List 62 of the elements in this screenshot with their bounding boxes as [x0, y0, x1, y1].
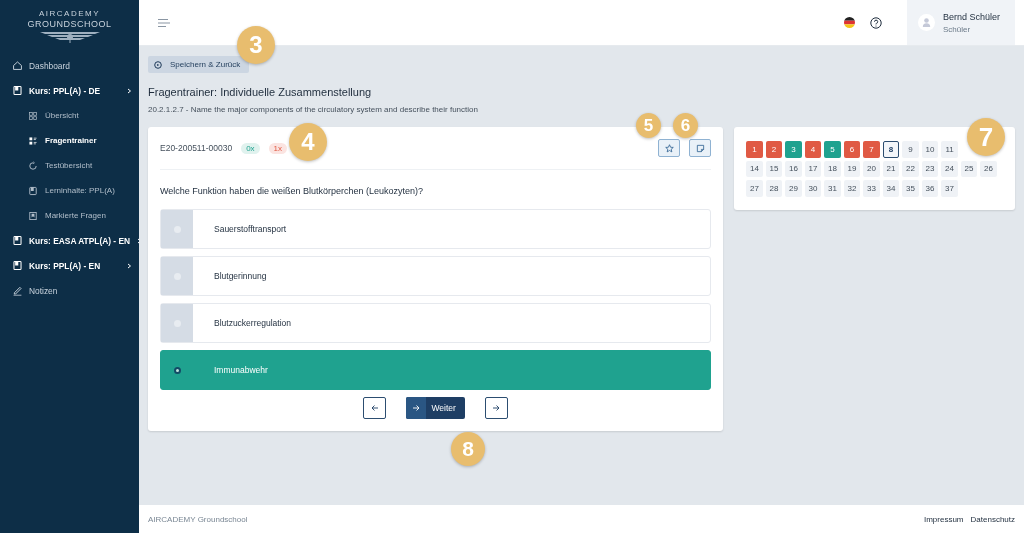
sidebar-item[interactable]: Kurs: PPL(A) - DE — [0, 78, 139, 103]
question-number[interactable]: 34 — [882, 180, 900, 197]
answer-option[interactable]: Blutzuckerregulation — [160, 303, 712, 343]
question-number[interactable]: 4 — [804, 141, 822, 158]
sidebar-item[interactable]: Kurs: PPL(A) - EN — [0, 253, 139, 278]
question-number[interactable]: 2 — [765, 141, 783, 158]
user-name: Bernd Schüler — [943, 11, 1001, 22]
question-number[interactable]: 32 — [843, 180, 861, 197]
question-id: E20-200511-00030 — [160, 143, 233, 153]
sidebar-subitem[interactable]: Übersicht — [0, 103, 139, 128]
answer-count-tag: 1x — [268, 142, 288, 154]
sidebar-subitem[interactable]: Fragentrainer — [0, 128, 139, 153]
footer-brand: AIRCADEMY Groundschool — [148, 514, 248, 524]
question-number[interactable]: 26 — [980, 160, 997, 177]
question-number[interactable]: 25 — [960, 160, 978, 177]
question-number[interactable]: 7 — [863, 141, 880, 158]
question-number[interactable]: 33 — [863, 180, 880, 197]
question-number[interactable]: 10 — [921, 141, 939, 158]
question-number[interactable]: 14 — [746, 160, 763, 177]
question-number[interactable]: 28 — [765, 180, 783, 197]
question-number[interactable]: 24 — [941, 160, 958, 177]
save-back-button[interactable]: Speichern & Zurück — [148, 56, 250, 73]
question-number[interactable]: 19 — [843, 160, 861, 177]
question-number[interactable]: 16 — [785, 160, 802, 177]
logo-text: GROUNDSCHOOL — [27, 19, 112, 29]
question-number[interactable]: 30 — [804, 180, 822, 197]
question-number[interactable]: 17 — [804, 160, 822, 177]
sidebar-subitem[interactable]: Testübersicht — [0, 153, 139, 178]
next-button[interactable]: Weiter — [406, 397, 465, 419]
question-number[interactable]: 27 — [746, 180, 763, 197]
sidebar-subitem[interactable]: Markierte Fragen — [0, 203, 139, 228]
page-subtitle: 20.2.1.2.7 - Name the major components of the circulatory system and describe their function — [148, 105, 479, 114]
question-number[interactable]: 36 — [921, 180, 939, 197]
user-role: Schüler — [943, 24, 972, 34]
question-number[interactable]: 11 — [941, 141, 958, 158]
answer-option[interactable]: Sauerstofftransport — [160, 209, 712, 249]
question-number[interactable]: 21 — [882, 160, 900, 177]
question-number[interactable]: 9 — [902, 141, 919, 158]
answer-option[interactable]: Blutgerinnung — [160, 256, 712, 296]
sidebar-item[interactable]: Notizen — [0, 278, 139, 303]
question-number[interactable]: 22 — [902, 160, 919, 177]
sidebar-item[interactable]: Dashboard — [0, 53, 139, 78]
sidebar-item[interactable]: Kurs: EASA ATPL(A) - EN — [0, 228, 139, 253]
question-number[interactable]: 15 — [765, 160, 783, 177]
question-number[interactable]: 18 — [824, 160, 841, 177]
sidebar-subitem[interactable]: Lerninhalte: PPL(A) — [0, 178, 139, 203]
question-number[interactable]: 35 — [902, 180, 919, 197]
question-number[interactable]: 6 — [843, 141, 861, 158]
logo-text: AIRCADEMY — [38, 9, 101, 18]
page-title: Fragentrainer: Individuelle Zusammenstellung — [148, 86, 373, 98]
question-number[interactable]: 20 — [863, 160, 880, 177]
question-number[interactable]: 29 — [785, 180, 802, 197]
question-number[interactable]: 1 — [746, 141, 763, 158]
question-number[interactable]: 37 — [941, 180, 958, 197]
answer-count-tag: 0x — [241, 142, 260, 154]
question-number[interactable]: 31 — [824, 180, 841, 197]
question-number[interactable]: 23 — [921, 160, 939, 177]
user-menu[interactable]: Bernd Schüler Schüler — [907, 0, 1015, 45]
footer-link[interactable]: Datenschutz — [970, 514, 1015, 524]
question-number[interactable]: 8 — [882, 141, 900, 158]
footer-link[interactable]: Impressum — [923, 514, 964, 524]
question-text: Welche Funktion haben die weißen Blutkörperchen (Leukozyten)? — [160, 186, 424, 196]
